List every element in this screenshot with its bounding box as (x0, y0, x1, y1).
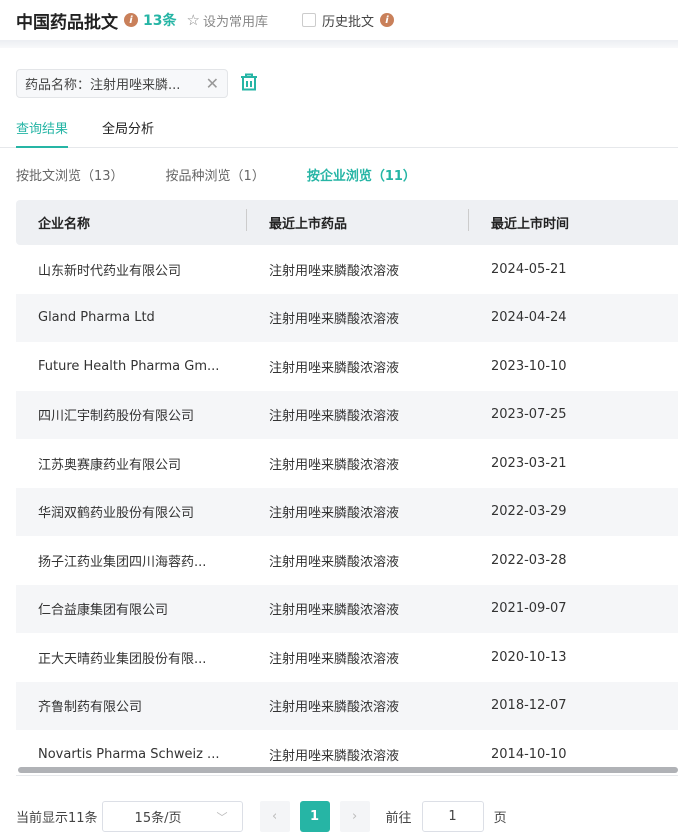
checkbox-icon[interactable] (301, 13, 316, 27)
star-icon: ☆ (186, 11, 200, 29)
page-suffix: 页 (493, 811, 507, 826)
table-header: 企业名称 最近上市药品 最近上市时间 (16, 200, 678, 245)
next-page-button[interactable]: › (339, 801, 370, 832)
latest-drug: 注射用唑来膦酸浓溶液 (269, 312, 400, 328)
company-name[interactable]: 齐鲁制药有限公司 (38, 696, 233, 715)
pagination-summary: 当前显示11条 (16, 811, 98, 826)
info-icon[interactable]: i (379, 13, 394, 27)
company-name[interactable]: 仁合益康集团有限公司 (38, 599, 233, 618)
tab-by-company[interactable]: 按企业浏览（11） (307, 165, 416, 184)
info-icon[interactable]: i (124, 13, 138, 27)
trash-icon[interactable] (239, 72, 259, 96)
latest-date: 2023-07-25 (491, 407, 567, 423)
close-icon[interactable]: ✕ (206, 74, 219, 93)
company-name[interactable]: 正大天晴药业集团股份有限... (38, 648, 233, 667)
latest-drug: 注射用唑来膦酸浓溶液 (269, 360, 400, 376)
tabs: 查询结果 全局分析 (0, 118, 678, 148)
table-row[interactable]: 齐鲁制药有限公司 注射用唑来膦酸浓溶液 2018-12-07 (16, 681, 678, 730)
browse-mode-tabs: 按批文浏览（13） 按品种浏览（1） 按企业浏览（11） (16, 165, 458, 184)
tab-by-approval[interactable]: 按批文浏览（13） (16, 165, 124, 184)
latest-drug: 注射用唑来膦酸浓溶液 (269, 506, 400, 522)
latest-date: 2022-03-29 (491, 504, 567, 520)
latest-drug: 注射用唑来膦酸浓溶液 (269, 554, 400, 570)
latest-drug: 注射用唑来膦酸浓溶液 (269, 603, 400, 619)
table-row[interactable]: 四川汇宇制药股份有限公司 注射用唑来膦酸浓溶液 2023-07-25 (16, 390, 678, 439)
table-row[interactable]: 华润双鹤药业股份有限公司 注射用唑来膦酸浓溶液 2022-03-29 (16, 487, 678, 536)
table-row[interactable]: 山东新时代药业有限公司 注射用唑来膦酸浓溶液 2024-05-21 (16, 245, 678, 294)
company-name[interactable]: 山东新时代药业有限公司 (38, 260, 233, 279)
tab-global-analysis[interactable]: 全局分析 (102, 118, 154, 148)
table-row[interactable]: Future Health Pharma Gm... 注射用唑来膦酸浓溶液 2023… (16, 342, 678, 391)
company-name[interactable]: 华润双鹤药业股份有限公司 (38, 502, 233, 521)
table-row[interactable]: Gland Pharma Ltd 注射用唑来膦酸浓溶液 2024-04-24 (16, 293, 678, 342)
latest-drug: 注射用唑来膦酸浓溶液 (269, 700, 400, 716)
set-favorite-button[interactable]: ☆ 设为常用库 (186, 11, 267, 30)
history-checkbox[interactable]: 历史批文 i (301, 11, 394, 30)
latest-drug: 注射用唑来膦酸浓溶液 (269, 263, 400, 279)
tab-by-variety[interactable]: 按品种浏览（1） (166, 165, 265, 184)
latest-drug: 注射用唑来膦酸浓溶液 (269, 651, 400, 667)
latest-drug: 注射用唑来膦酸浓溶液 (269, 748, 400, 764)
latest-date: 2020-10-13 (491, 649, 567, 665)
favorite-label: 设为常用库 (202, 14, 268, 30)
prev-page-button[interactable]: ‹ (259, 801, 290, 832)
table-row[interactable]: 仁合益康集团有限公司 注射用唑来膦酸浓溶液 2021-09-07 (16, 584, 678, 633)
table-row[interactable]: 江苏奥赛康药业有限公司 注射用唑来膦酸浓溶液 2023-03-21 (16, 439, 678, 488)
company-name[interactable]: Gland Pharma Ltd (38, 310, 233, 325)
latest-date: 2018-12-07 (491, 698, 567, 714)
page-1-button[interactable]: 1 (299, 801, 330, 832)
table-row[interactable]: 正大天晴药业集团股份有限... 注射用唑来膦酸浓溶液 2020-10-13 (16, 633, 678, 682)
divider (16, 775, 678, 776)
company-name[interactable]: Future Health Pharma Gm... (38, 359, 233, 374)
result-count: 13条 (143, 13, 177, 29)
header: 中国药品批文 i 13条 ☆ 设为常用库 历史批文 i (0, 0, 678, 40)
latest-date: 2021-09-07 (491, 601, 567, 617)
latest-date: 2023-10-10 (491, 358, 567, 374)
tab-query-results[interactable]: 查询结果 (16, 118, 69, 148)
goto-page-input[interactable] (421, 801, 484, 832)
history-label: 历史批文 (321, 14, 374, 30)
latest-date: 2023-03-21 (491, 455, 567, 471)
chevron-down-icon: ﹀ (216, 810, 228, 824)
table-body: 山东新时代药业有限公司 注射用唑来膦酸浓溶液 2024-05-21 Gland Pha… (16, 245, 678, 779)
page-size-value: 15条/页 (134, 811, 182, 826)
latest-date: 2024-05-21 (491, 261, 567, 277)
latest-date: 2014-10-10 (491, 746, 567, 762)
company-name[interactable]: 四川汇宇制药股份有限公司 (38, 405, 233, 424)
company-name[interactable]: Novartis Pharma Schweiz ... (38, 747, 233, 762)
pagination: 当前显示11条 15条/页 ﹀ ‹ 1 › 前往 页 (16, 801, 507, 832)
column-header-company[interactable]: 企业名称 (16, 213, 246, 232)
latest-drug: 注射用唑来膦酸浓溶液 (269, 409, 400, 425)
column-header-date[interactable]: 最近上市时间 (468, 209, 569, 232)
filter-tag[interactable]: 药品名称：注射用唑来膦... ✕ (16, 69, 228, 98)
divider (0, 40, 678, 48)
company-name[interactable]: 扬子江药业集团四川海蓉药... (38, 551, 233, 570)
table-row[interactable]: 扬子江药业集团四川海蓉药... 注射用唑来膦酸浓溶液 2022-03-28 (16, 536, 678, 585)
latest-date: 2024-04-24 (491, 310, 567, 326)
page-size-select[interactable]: 15条/页 ﹀ (101, 801, 243, 832)
latest-date: 2022-03-28 (491, 552, 567, 568)
latest-drug: 注射用唑来膦酸浓溶液 (269, 457, 400, 473)
company-name[interactable]: 江苏奥赛康药业有限公司 (38, 454, 233, 473)
column-header-drug[interactable]: 最近上市药品 (246, 209, 468, 232)
filter-tag-label: 药品名称：注射用唑来膦... (25, 78, 181, 93)
horizontal-scrollbar[interactable] (18, 767, 678, 773)
goto-label: 前往 (385, 811, 412, 826)
page-title: 中国药品批文 (16, 12, 118, 33)
company-table: 企业名称 最近上市药品 最近上市时间 山东新时代药业有限公司 注射用唑来膦酸浓溶液… (16, 200, 678, 779)
